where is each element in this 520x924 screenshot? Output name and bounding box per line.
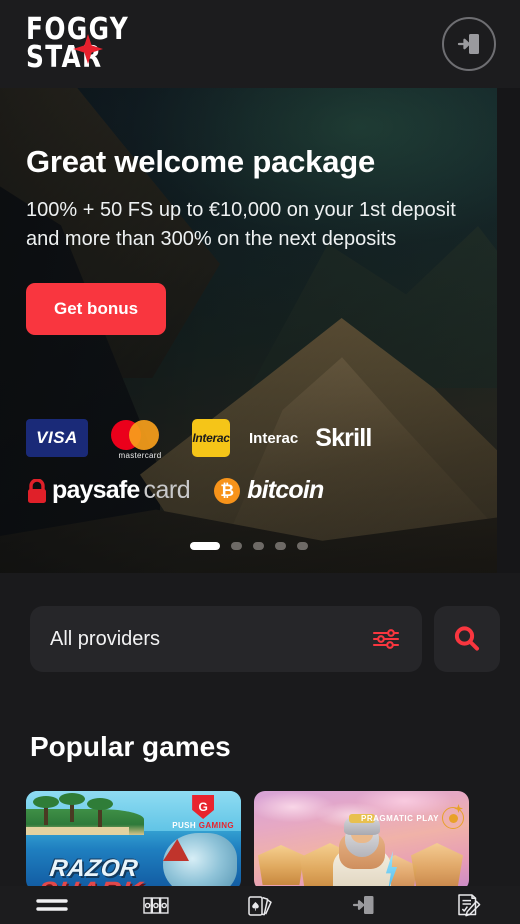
bitcoin-logo: ₿ bitcoin — [214, 476, 324, 505]
pragmatic-play-logo: PRAGMATIC PLAY — [361, 807, 464, 829]
carousel-dot-1[interactable] — [189, 542, 220, 550]
provider-select-label: All providers — [50, 627, 161, 650]
carousel-dot-5[interactable] — [296, 542, 308, 550]
site-logo[interactable]: FOGGY STAR — [26, 15, 138, 75]
mastercard-circle-yellow — [129, 420, 159, 450]
promo-banner-carousel[interactable]: Great welcome package 100% + 50 FS up to… — [0, 88, 520, 573]
paysafe-label-bold: paysafe — [52, 476, 140, 504]
push-label-2: GAMING — [198, 821, 234, 830]
hamburger-menu-icon — [36, 899, 68, 911]
push-shield-icon: G — [192, 795, 215, 819]
banner-subtitle-2: and more than 300% on the next deposits — [26, 228, 397, 250]
provider-select[interactable]: All providers — [30, 606, 422, 672]
nav-item-login[interactable] — [312, 886, 416, 924]
nav-item-register[interactable] — [416, 886, 520, 924]
padlock-icon — [28, 478, 46, 503]
interac-label: Interac — [249, 429, 299, 447]
playing-cards-icon — [248, 896, 272, 916]
sliders-icon — [372, 629, 400, 649]
carousel-dot-4[interactable] — [274, 542, 286, 550]
carousel-dot-3[interactable] — [252, 542, 264, 550]
visa-label: VISA — [36, 428, 78, 447]
logo-line-2: STAR — [26, 40, 103, 75]
mastercard-logo: mastercard — [105, 418, 175, 460]
popular-games-list: RAZOR SHARK G PUSH GAMING — [0, 763, 520, 891]
bitcoin-label: bitcoin — [247, 476, 324, 504]
nav-item-live-casino[interactable] — [208, 886, 312, 924]
banner-title: Great welcome package — [26, 144, 376, 179]
provider-search-row: All providers — [0, 573, 520, 672]
search-icon — [454, 626, 479, 651]
skrill-logo: Skrill — [315, 423, 372, 452]
nav-item-menu[interactable] — [0, 886, 104, 924]
paysafe-label-light: card — [143, 476, 191, 504]
app-header: FOGGY STAR — [0, 0, 520, 88]
promo-banner-slide[interactable]: Great welcome package 100% + 50 FS up to… — [0, 88, 497, 573]
interac-logo: Interac — [192, 419, 230, 457]
razor-palm-3 — [87, 798, 113, 827]
push-gaming-logo: G PUSH GAMING — [172, 795, 234, 830]
razor-palm-2 — [59, 793, 85, 822]
get-bonus-button[interactable]: Get bonus — [26, 283, 167, 335]
game-card-gates-of-olympus[interactable]: PRAGMATIC PLAY — [254, 791, 469, 891]
pragmatic-ring-inner — [448, 813, 458, 823]
push-label-1: PUSH — [172, 821, 197, 830]
game-card-razor-shark[interactable]: RAZOR SHARK G PUSH GAMING — [26, 791, 241, 891]
search-button[interactable] — [434, 606, 500, 672]
header-login-button[interactable] — [442, 17, 496, 71]
pragmatic-label-1: PRAGMATIC — [361, 813, 414, 823]
payment-logos-row-1: VISA mastercard Interac Interac Skrill — [26, 418, 372, 460]
carousel-indicators[interactable] — [0, 542, 497, 550]
login-door-icon — [457, 34, 479, 54]
pragmatic-ring-icon — [442, 807, 464, 829]
signup-form-pen-icon — [458, 894, 481, 917]
visa-logo: VISA — [26, 419, 88, 457]
login-door-icon — [352, 896, 374, 914]
nav-item-slots[interactable] — [104, 886, 208, 924]
razor-beach — [26, 827, 130, 835]
razor-palm-1 — [33, 796, 59, 825]
carousel-dot-2[interactable] — [230, 542, 242, 550]
bottom-navigation — [0, 886, 520, 924]
mastercard-label: mastercard — [118, 451, 162, 460]
banner-subtitle-1: 100% + 50 FS up to €10,000 on your 1st d… — [26, 199, 456, 221]
popular-games-title: Popular games — [30, 731, 231, 762]
bitcoin-coin-icon: ₿ — [214, 477, 241, 504]
payment-logos-row-2: paysafe card ₿ bitcoin — [26, 476, 324, 505]
interac-mark: Interac — [192, 431, 230, 445]
paysafecard-logo: paysafe card — [26, 476, 191, 505]
pragmatic-label-2: PLAY — [416, 813, 439, 823]
slot-machine-icon — [143, 897, 169, 914]
app-root: FOGGY STAR Great welcome package 100% + … — [0, 0, 520, 924]
razor-shark-character — [163, 833, 237, 891]
